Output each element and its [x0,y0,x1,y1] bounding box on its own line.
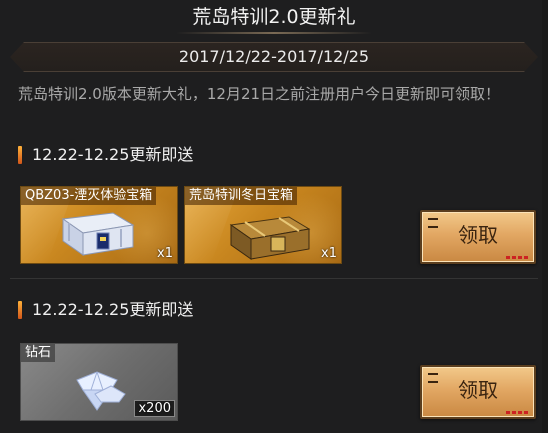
claim-button-1[interactable]: 领取 [420,210,536,264]
event-title: 荒岛特训2.0更新礼 [192,6,356,28]
section-heading-1: 12.22-12.25更新即送 [18,143,193,167]
heading-accent-bar [18,146,22,164]
reward-item-winter-chest[interactable]: 荒岛特训冬日宝箱 x1 [184,186,342,264]
section-heading-text: 12.22-12.25更新即送 [32,145,194,164]
scrollbar-track[interactable] [542,0,548,433]
claim-button-label: 领取 [458,223,498,247]
section-divider [10,278,538,279]
item-quantity: x200 [134,400,175,417]
button-led-strip [506,256,528,259]
item-name: 钻石 [21,344,56,362]
item-quantity: x1 [157,246,173,261]
title-underline [176,32,372,34]
item-name: QBZ03-湮灭体验宝箱 [21,187,157,205]
button-led-strip [506,411,528,414]
item-quantity: x1 [321,246,337,261]
reward-item-qbz03-crate[interactable]: QBZ03-湮灭体验宝箱 x1 [20,186,178,264]
claim-button-2[interactable]: 领取 [420,365,536,419]
event-description: 荒岛特训2.0版本更新大礼，12月21日之前注册用户今日更新即可领取！ [18,85,501,103]
heading-accent-bar [18,301,22,319]
button-mark-icon [428,218,438,228]
reward-item-diamond[interactable]: 钻石 x200 [20,343,178,421]
button-mark-icon [428,373,438,383]
claim-button-label: 领取 [458,378,498,402]
section-heading-2: 12.22-12.25更新即送 [18,298,193,322]
section-heading-text: 12.22-12.25更新即送 [32,300,194,319]
date-range-bar: 2017/12/22-2017/12/25 [10,42,538,72]
item-name: 荒岛特训冬日宝箱 [185,187,298,205]
